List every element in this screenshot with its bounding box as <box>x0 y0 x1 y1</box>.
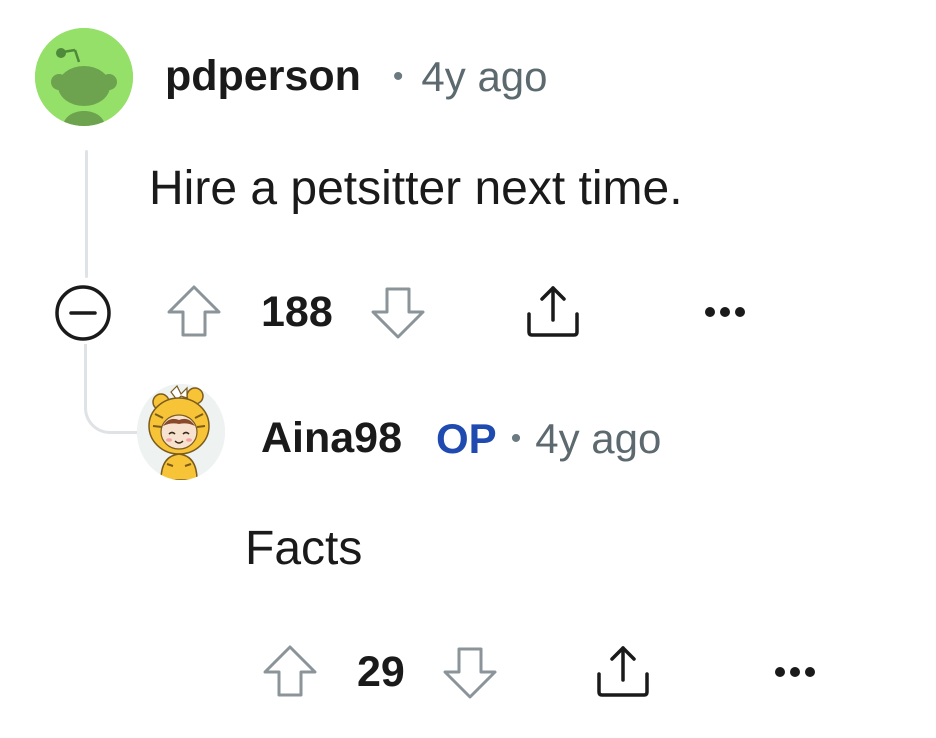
comment-meta: Aina98 OP • 4y ago <box>261 414 661 463</box>
comment-body: Hire a petsitter next time. <box>149 162 683 215</box>
vote-score: 188 <box>261 287 333 336</box>
reply-thread-connector <box>84 344 140 434</box>
separator-dot: • <box>510 421 522 455</box>
username[interactable]: pdperson <box>165 52 361 101</box>
downvote-icon[interactable] <box>367 281 429 343</box>
avatar[interactable] <box>35 28 133 126</box>
collapse-minus-icon <box>55 285 111 341</box>
upvote-icon[interactable] <box>163 281 225 343</box>
more-options-icon[interactable] <box>703 302 747 322</box>
more-options-icon[interactable] <box>773 662 817 682</box>
comment-body: Facts <box>245 522 363 575</box>
comment-meta: pdperson • 4y ago <box>165 52 548 101</box>
thread-line <box>85 150 88 278</box>
share-icon[interactable] <box>591 640 655 704</box>
timestamp[interactable]: 4y ago <box>535 415 661 463</box>
snoo-avatar-icon <box>35 28 133 126</box>
avatar[interactable] <box>137 384 225 480</box>
comment-actions: 188 <box>163 280 747 344</box>
op-badge: OP <box>436 414 497 462</box>
comment-actions: 29 <box>259 640 817 704</box>
upvote-icon[interactable] <box>259 641 321 703</box>
tiger-costume-avatar-icon <box>137 384 225 480</box>
timestamp[interactable]: 4y ago <box>421 53 547 101</box>
separator-dot: • <box>392 59 404 93</box>
share-icon[interactable] <box>521 280 585 344</box>
vote-score: 29 <box>357 647 405 696</box>
collapse-thread-button[interactable] <box>52 282 114 344</box>
username[interactable]: Aina98 <box>261 414 402 463</box>
downvote-icon[interactable] <box>439 641 501 703</box>
